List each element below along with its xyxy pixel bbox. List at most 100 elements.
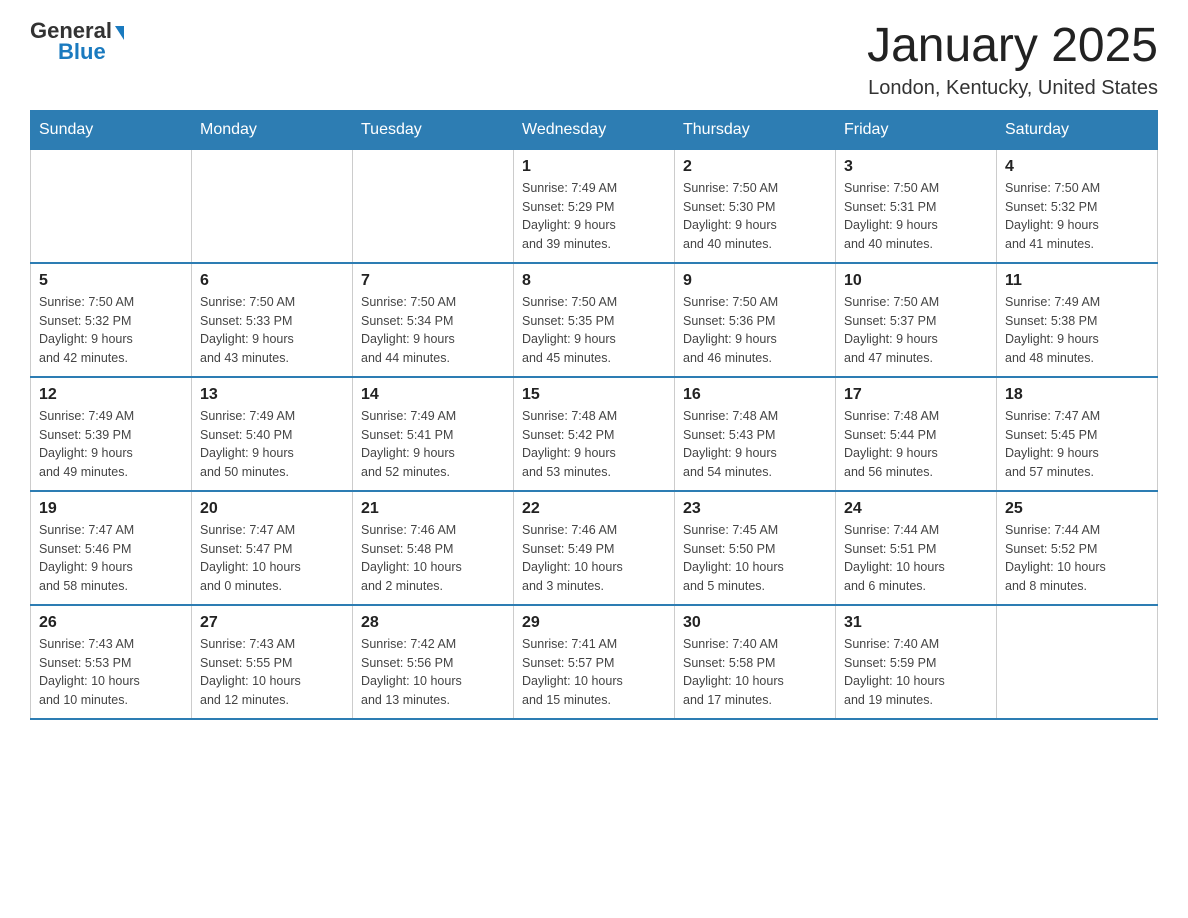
day-header-thursday: Thursday [675, 110, 836, 149]
calendar-day-26: 26Sunrise: 7:43 AMSunset: 5:53 PMDayligh… [31, 605, 192, 719]
day-info: Sunrise: 7:50 AMSunset: 5:36 PMDaylight:… [683, 293, 827, 368]
day-info: Sunrise: 7:50 AMSunset: 5:32 PMDaylight:… [1005, 179, 1149, 254]
day-info: Sunrise: 7:48 AMSunset: 5:44 PMDaylight:… [844, 407, 988, 482]
day-number: 15 [522, 386, 666, 404]
day-number: 8 [522, 272, 666, 290]
day-info: Sunrise: 7:49 AMSunset: 5:41 PMDaylight:… [361, 407, 505, 482]
calendar-day-11: 11 Sunrise: 7:49 AMSunset: 5:38 PMDayligh… [997, 263, 1158, 377]
calendar-day-7: 7Sunrise: 7:50 AMSunset: 5:34 PMDaylight… [353, 263, 514, 377]
day-number: 13 [200, 386, 344, 404]
day-info: Sunrise: 7:49 AMSunset: 5:38 PMDaylight:… [1005, 293, 1149, 368]
day-info: Sunrise: 7:49 AMSunset: 5:39 PMDaylight:… [39, 407, 183, 482]
calendar-day-3: 3 Sunrise: 7:50 AMSunset: 5:31 PMDaylight… [836, 149, 997, 263]
empty-cell [353, 149, 514, 263]
day-number: 3 [844, 158, 988, 176]
day-number: 7 [361, 272, 505, 290]
day-number: 19 [39, 500, 183, 518]
day-number: 29 [522, 614, 666, 632]
day-info: Sunrise: 7:50 AMSunset: 5:32 PMDaylight:… [39, 293, 183, 368]
calendar-day-8: 8 Sunrise: 7:50 AMSunset: 5:35 PMDaylight… [514, 263, 675, 377]
day-info: Sunrise: 7:50 AMSunset: 5:31 PMDaylight:… [844, 179, 988, 254]
day-header-tuesday: Tuesday [353, 110, 514, 149]
day-header-friday: Friday [836, 110, 997, 149]
day-info: Sunrise: 7:40 AMSunset: 5:59 PMDaylight:… [844, 635, 988, 710]
calendar-day-29: 29Sunrise: 7:41 AMSunset: 5:57 PMDayligh… [514, 605, 675, 719]
calendar-day-31: 31 Sunrise: 7:40 AMSunset: 5:59 PMDayligh… [836, 605, 997, 719]
empty-cell [997, 605, 1158, 719]
day-info: Sunrise: 7:50 AMSunset: 5:30 PMDaylight:… [683, 179, 827, 254]
day-info: Sunrise: 7:47 AMSunset: 5:45 PMDaylight:… [1005, 407, 1149, 482]
day-info: Sunrise: 7:46 AMSunset: 5:49 PMDaylight:… [522, 521, 666, 596]
day-number: 1 [522, 158, 666, 176]
day-info: Sunrise: 7:50 AMSunset: 5:35 PMDaylight:… [522, 293, 666, 368]
day-number: 11 [1005, 272, 1149, 290]
day-number: 10 [844, 272, 988, 290]
calendar-day-2: 2 Sunrise: 7:50 AMSunset: 5:30 PMDaylight… [675, 149, 836, 263]
calendar-day-6: 6Sunrise: 7:50 AMSunset: 5:33 PMDaylight… [192, 263, 353, 377]
main-title: January 2025 [867, 20, 1158, 73]
day-number: 17 [844, 386, 988, 404]
calendar-day-25: 25Sunrise: 7:44 AMSunset: 5:52 PMDayligh… [997, 491, 1158, 605]
calendar-day-21: 21 Sunrise: 7:46 AMSunset: 5:48 PMDayligh… [353, 491, 514, 605]
empty-cell [31, 149, 192, 263]
day-header-saturday: Saturday [997, 110, 1158, 149]
calendar-day-15: 15 Sunrise: 7:48 AMSunset: 5:42 PMDayligh… [514, 377, 675, 491]
day-info: Sunrise: 7:50 AMSunset: 5:37 PMDaylight:… [844, 293, 988, 368]
day-info: Sunrise: 7:47 AMSunset: 5:46 PMDaylight:… [39, 521, 183, 596]
day-number: 24 [844, 500, 988, 518]
day-header-sunday: Sunday [31, 110, 192, 149]
day-number: 23 [683, 500, 827, 518]
calendar-day-14: 14 Sunrise: 7:49 AMSunset: 5:41 PMDayligh… [353, 377, 514, 491]
day-number: 28 [361, 614, 505, 632]
day-info: Sunrise: 7:44 AMSunset: 5:51 PMDaylight:… [844, 521, 988, 596]
day-number: 5 [39, 272, 183, 290]
day-info: Sunrise: 7:40 AMSunset: 5:58 PMDaylight:… [683, 635, 827, 710]
day-info: Sunrise: 7:45 AMSunset: 5:50 PMDaylight:… [683, 521, 827, 596]
day-number: 20 [200, 500, 344, 518]
calendar-day-12: 12Sunrise: 7:49 AMSunset: 5:39 PMDayligh… [31, 377, 192, 491]
calendar-week-2: 5 Sunrise: 7:50 AMSunset: 5:32 PMDaylight… [31, 263, 1158, 377]
calendar-day-19: 19 Sunrise: 7:47 AMSunset: 5:46 PMDayligh… [31, 491, 192, 605]
calendar-day-28: 28 Sunrise: 7:42 AMSunset: 5:56 PMDayligh… [353, 605, 514, 719]
calendar-header-row: SundayMondayTuesdayWednesdayThursdayFrid… [31, 110, 1158, 149]
calendar-day-30: 30Sunrise: 7:40 AMSunset: 5:58 PMDayligh… [675, 605, 836, 719]
day-header-monday: Monday [192, 110, 353, 149]
calendar-day-16: 16Sunrise: 7:48 AMSunset: 5:43 PMDayligh… [675, 377, 836, 491]
day-number: 22 [522, 500, 666, 518]
calendar: SundayMondayTuesdayWednesdayThursdayFrid… [30, 110, 1158, 720]
calendar-day-10: 10 Sunrise: 7:50 AMSunset: 5:37 PMDayligh… [836, 263, 997, 377]
calendar-week-5: 26Sunrise: 7:43 AMSunset: 5:53 PMDayligh… [31, 605, 1158, 719]
calendar-day-24: 24 Sunrise: 7:44 AMSunset: 5:51 PMDayligh… [836, 491, 997, 605]
calendar-day-18: 18Sunrise: 7:47 AMSunset: 5:45 PMDayligh… [997, 377, 1158, 491]
calendar-day-17: 17 Sunrise: 7:48 AMSunset: 5:44 PMDayligh… [836, 377, 997, 491]
empty-cell [192, 149, 353, 263]
day-number: 4 [1005, 158, 1149, 176]
day-number: 27 [200, 614, 344, 632]
calendar-week-4: 19 Sunrise: 7:47 AMSunset: 5:46 PMDayligh… [31, 491, 1158, 605]
day-info: Sunrise: 7:48 AMSunset: 5:42 PMDaylight:… [522, 407, 666, 482]
day-info: Sunrise: 7:42 AMSunset: 5:56 PMDaylight:… [361, 635, 505, 710]
logo: General Blue [30, 20, 124, 63]
day-info: Sunrise: 7:47 AMSunset: 5:47 PMDaylight:… [200, 521, 344, 596]
day-number: 31 [844, 614, 988, 632]
day-info: Sunrise: 7:46 AMSunset: 5:48 PMDaylight:… [361, 521, 505, 596]
day-number: 14 [361, 386, 505, 404]
day-info: Sunrise: 7:43 AMSunset: 5:53 PMDaylight:… [39, 635, 183, 710]
day-number: 9 [683, 272, 827, 290]
header: General Blue January 2025 London, Kentuc… [30, 20, 1158, 100]
day-info: Sunrise: 7:49 AMSunset: 5:40 PMDaylight:… [200, 407, 344, 482]
calendar-day-27: 27 Sunrise: 7:43 AMSunset: 5:55 PMDayligh… [192, 605, 353, 719]
day-number: 16 [683, 386, 827, 404]
day-number: 6 [200, 272, 344, 290]
calendar-day-5: 5 Sunrise: 7:50 AMSunset: 5:32 PMDaylight… [31, 263, 192, 377]
day-number: 2 [683, 158, 827, 176]
logo-blue-text: Blue [30, 41, 106, 63]
calendar-day-22: 22 Sunrise: 7:46 AMSunset: 5:49 PMDayligh… [514, 491, 675, 605]
day-number: 21 [361, 500, 505, 518]
calendar-day-13: 13 Sunrise: 7:49 AMSunset: 5:40 PMDayligh… [192, 377, 353, 491]
calendar-week-3: 12Sunrise: 7:49 AMSunset: 5:39 PMDayligh… [31, 377, 1158, 491]
day-info: Sunrise: 7:43 AMSunset: 5:55 PMDaylight:… [200, 635, 344, 710]
calendar-day-1: 1Sunrise: 7:49 AMSunset: 5:29 PMDaylight… [514, 149, 675, 263]
calendar-week-1: 1Sunrise: 7:49 AMSunset: 5:29 PMDaylight… [31, 149, 1158, 263]
calendar-day-9: 9 Sunrise: 7:50 AMSunset: 5:36 PMDaylight… [675, 263, 836, 377]
